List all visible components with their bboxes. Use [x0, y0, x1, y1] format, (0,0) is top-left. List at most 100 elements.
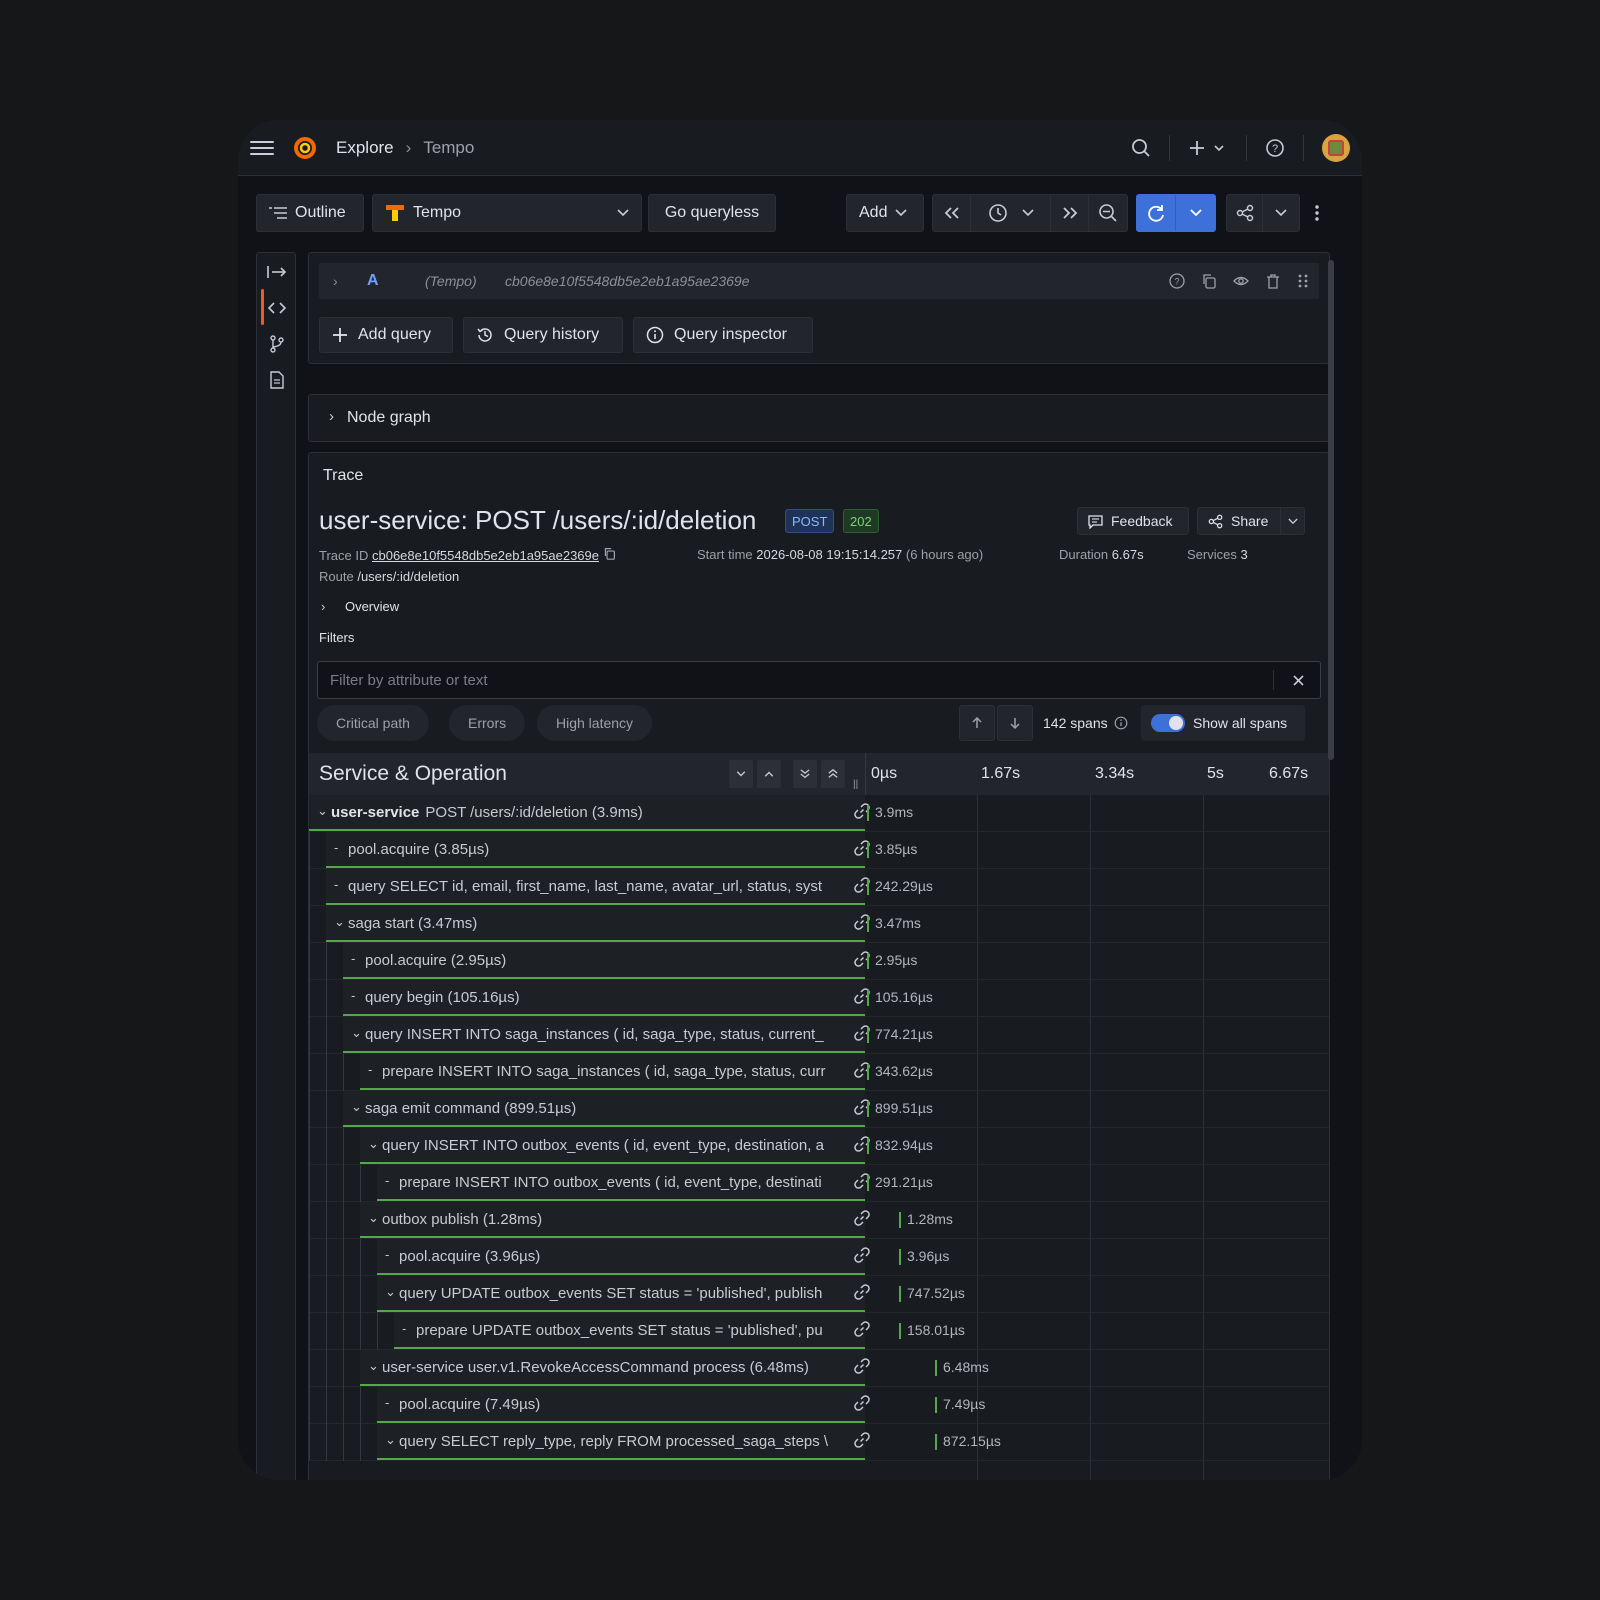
help-icon[interactable]: ? [1169, 273, 1185, 289]
span-row[interactable]: ⌄ query UPDATE outbox_events SET status =… [309, 1276, 1329, 1313]
expand-one-button[interactable] [757, 760, 781, 788]
span-row[interactable]: - prepare INSERT INTO outbox_events ( id,… [309, 1165, 1329, 1202]
time-forward-button[interactable] [1051, 195, 1089, 231]
grafana-logo-icon[interactable] [292, 134, 318, 160]
span-row[interactable]: - query begin (105.16µs) 105.16µs [309, 980, 1329, 1017]
span-duration-bar[interactable] [935, 1434, 937, 1450]
column-resizer[interactable]: || [853, 779, 858, 790]
share-options-button[interactable] [1263, 195, 1299, 231]
expand-toggle[interactable]: ⌄ [317, 803, 328, 819]
trace-id-value[interactable]: cb06e8e10f5548db5e2eb1a95ae2369e [372, 548, 599, 563]
close-icon[interactable] [1293, 675, 1304, 686]
go-queryless-button[interactable]: Go queryless [648, 194, 776, 232]
span-duration-bar[interactable] [899, 1323, 901, 1339]
trace-share-button[interactable]: Share [1197, 507, 1305, 535]
trace-outline-button[interactable] [266, 369, 288, 391]
span-row[interactable]: ⌄ outbox publish (1.28ms) 1.28ms [309, 1202, 1329, 1239]
toggle-switch[interactable] [1151, 714, 1185, 732]
collapse-all-button[interactable] [793, 760, 817, 788]
expand-outline-button[interactable] [266, 261, 288, 283]
span-row[interactable]: ⌄ user-service POST /users/:id/deletion (3… [309, 795, 1329, 832]
refresh-interval-button[interactable] [1176, 195, 1215, 231]
query-inspector-button[interactable]: Query inspector [633, 317, 813, 353]
errors-filter[interactable]: Errors [449, 705, 526, 741]
link-icon[interactable] [853, 1283, 871, 1301]
breadcrumb-explore[interactable]: Explore [336, 138, 394, 158]
expand-toggle[interactable]: ⌄ [368, 1136, 379, 1152]
link-icon[interactable] [853, 1394, 871, 1412]
span-duration-bar[interactable] [935, 1397, 937, 1413]
avatar[interactable] [1322, 134, 1350, 162]
expand-toggle[interactable]: ⌄ [351, 1025, 362, 1041]
link-icon[interactable] [853, 1357, 871, 1375]
query-letter[interactable]: A [367, 272, 379, 290]
span-row[interactable]: - query SELECT id, email, first_name, las… [309, 869, 1329, 906]
link-icon[interactable] [853, 1246, 871, 1264]
span-duration-bar[interactable] [867, 1175, 869, 1191]
span-duration-bar[interactable] [867, 953, 869, 969]
span-row[interactable]: - prepare UPDATE outbox_events SET status… [309, 1313, 1329, 1350]
query-history-button[interactable]: Query history [463, 317, 623, 353]
link-icon[interactable] [853, 1320, 871, 1338]
datasource-picker[interactable]: Tempo [372, 194, 642, 232]
link-icon[interactable] [853, 1431, 871, 1449]
span-row[interactable]: - prepare INSERT INTO saga_instances ( id… [309, 1054, 1329, 1091]
menu-icon[interactable] [250, 137, 274, 157]
time-picker-button[interactable] [971, 195, 1051, 231]
span-duration-bar[interactable] [867, 916, 869, 932]
add-button[interactable]: Add [846, 194, 924, 232]
critical-path-filter[interactable]: Critical path [317, 705, 429, 741]
refresh-button[interactable] [1137, 195, 1177, 231]
help-icon[interactable]: ? [1265, 138, 1285, 158]
show-all-spans-toggle[interactable]: Show all spans [1141, 705, 1305, 741]
copy-icon[interactable] [603, 547, 616, 560]
outline-button[interactable]: Outline [256, 194, 364, 232]
span-row[interactable]: ⌄ query INSERT INTO outbox_events ( id, e… [309, 1128, 1329, 1165]
span-row[interactable]: - pool.acquire (7.49µs) 7.49µs [309, 1387, 1329, 1424]
span-duration-bar[interactable] [867, 990, 869, 1006]
expand-toggle[interactable]: ⌄ [368, 1210, 379, 1226]
span-row[interactable]: ⌄ query SELECT reply_type, reply FROM pro… [309, 1424, 1329, 1461]
search-icon[interactable] [1131, 138, 1151, 158]
add-new-icon[interactable] [1188, 138, 1228, 158]
span-duration-bar[interactable] [867, 1101, 869, 1117]
span-duration-bar[interactable] [867, 842, 869, 858]
high-latency-filter[interactable]: High latency [537, 705, 653, 741]
share-button[interactable] [1227, 195, 1264, 231]
expand-toggle[interactable]: ⌄ [351, 1099, 362, 1115]
span-duration-bar[interactable] [899, 1212, 901, 1228]
span-row[interactable]: - pool.acquire (2.95µs) 2.95µs [309, 943, 1329, 980]
span-duration-bar[interactable] [935, 1360, 937, 1376]
node-graph-outline-button[interactable] [266, 333, 288, 355]
copy-icon[interactable] [1201, 273, 1217, 289]
expand-all-button[interactable] [821, 760, 845, 788]
eye-icon[interactable] [1233, 273, 1249, 289]
expand-toggle[interactable]: ⌄ [368, 1358, 379, 1374]
next-match-button[interactable] [997, 705, 1033, 741]
zoom-out-button[interactable] [1089, 195, 1127, 231]
span-row[interactable]: ⌄ saga start (3.47ms) 3.47ms [309, 906, 1329, 943]
expand-toggle[interactable]: ⌄ [385, 1284, 396, 1300]
link-icon[interactable] [853, 1209, 871, 1227]
trash-icon[interactable] [1265, 273, 1281, 289]
drag-handle-icon[interactable] [1297, 273, 1309, 289]
queries-outline-button[interactable] [266, 297, 288, 319]
add-query-button[interactable]: Add query [319, 317, 453, 353]
more-vertical-icon[interactable] [1314, 204, 1320, 222]
span-duration-bar[interactable] [867, 1138, 869, 1154]
chevron-right-icon[interactable]: › [333, 273, 338, 289]
span-duration-bar[interactable] [867, 879, 869, 895]
span-duration-bar[interactable] [867, 805, 869, 821]
span-duration-bar[interactable] [867, 1027, 869, 1043]
span-duration-bar[interactable] [899, 1286, 901, 1302]
prev-match-button[interactable] [959, 705, 995, 741]
expand-toggle[interactable]: ⌄ [334, 914, 345, 930]
span-duration-bar[interactable] [867, 1064, 869, 1080]
collapse-one-button[interactable] [729, 760, 753, 788]
time-back-button[interactable] [933, 195, 971, 231]
feedback-button[interactable]: Feedback [1077, 507, 1189, 535]
filter-input[interactable]: Filter by attribute or text [317, 661, 1321, 699]
span-row[interactable]: ⌄ user-service user.v1.RevokeAccessComman… [309, 1350, 1329, 1387]
overview-toggle[interactable]: › Overview [321, 599, 399, 614]
span-duration-bar[interactable] [899, 1249, 901, 1265]
